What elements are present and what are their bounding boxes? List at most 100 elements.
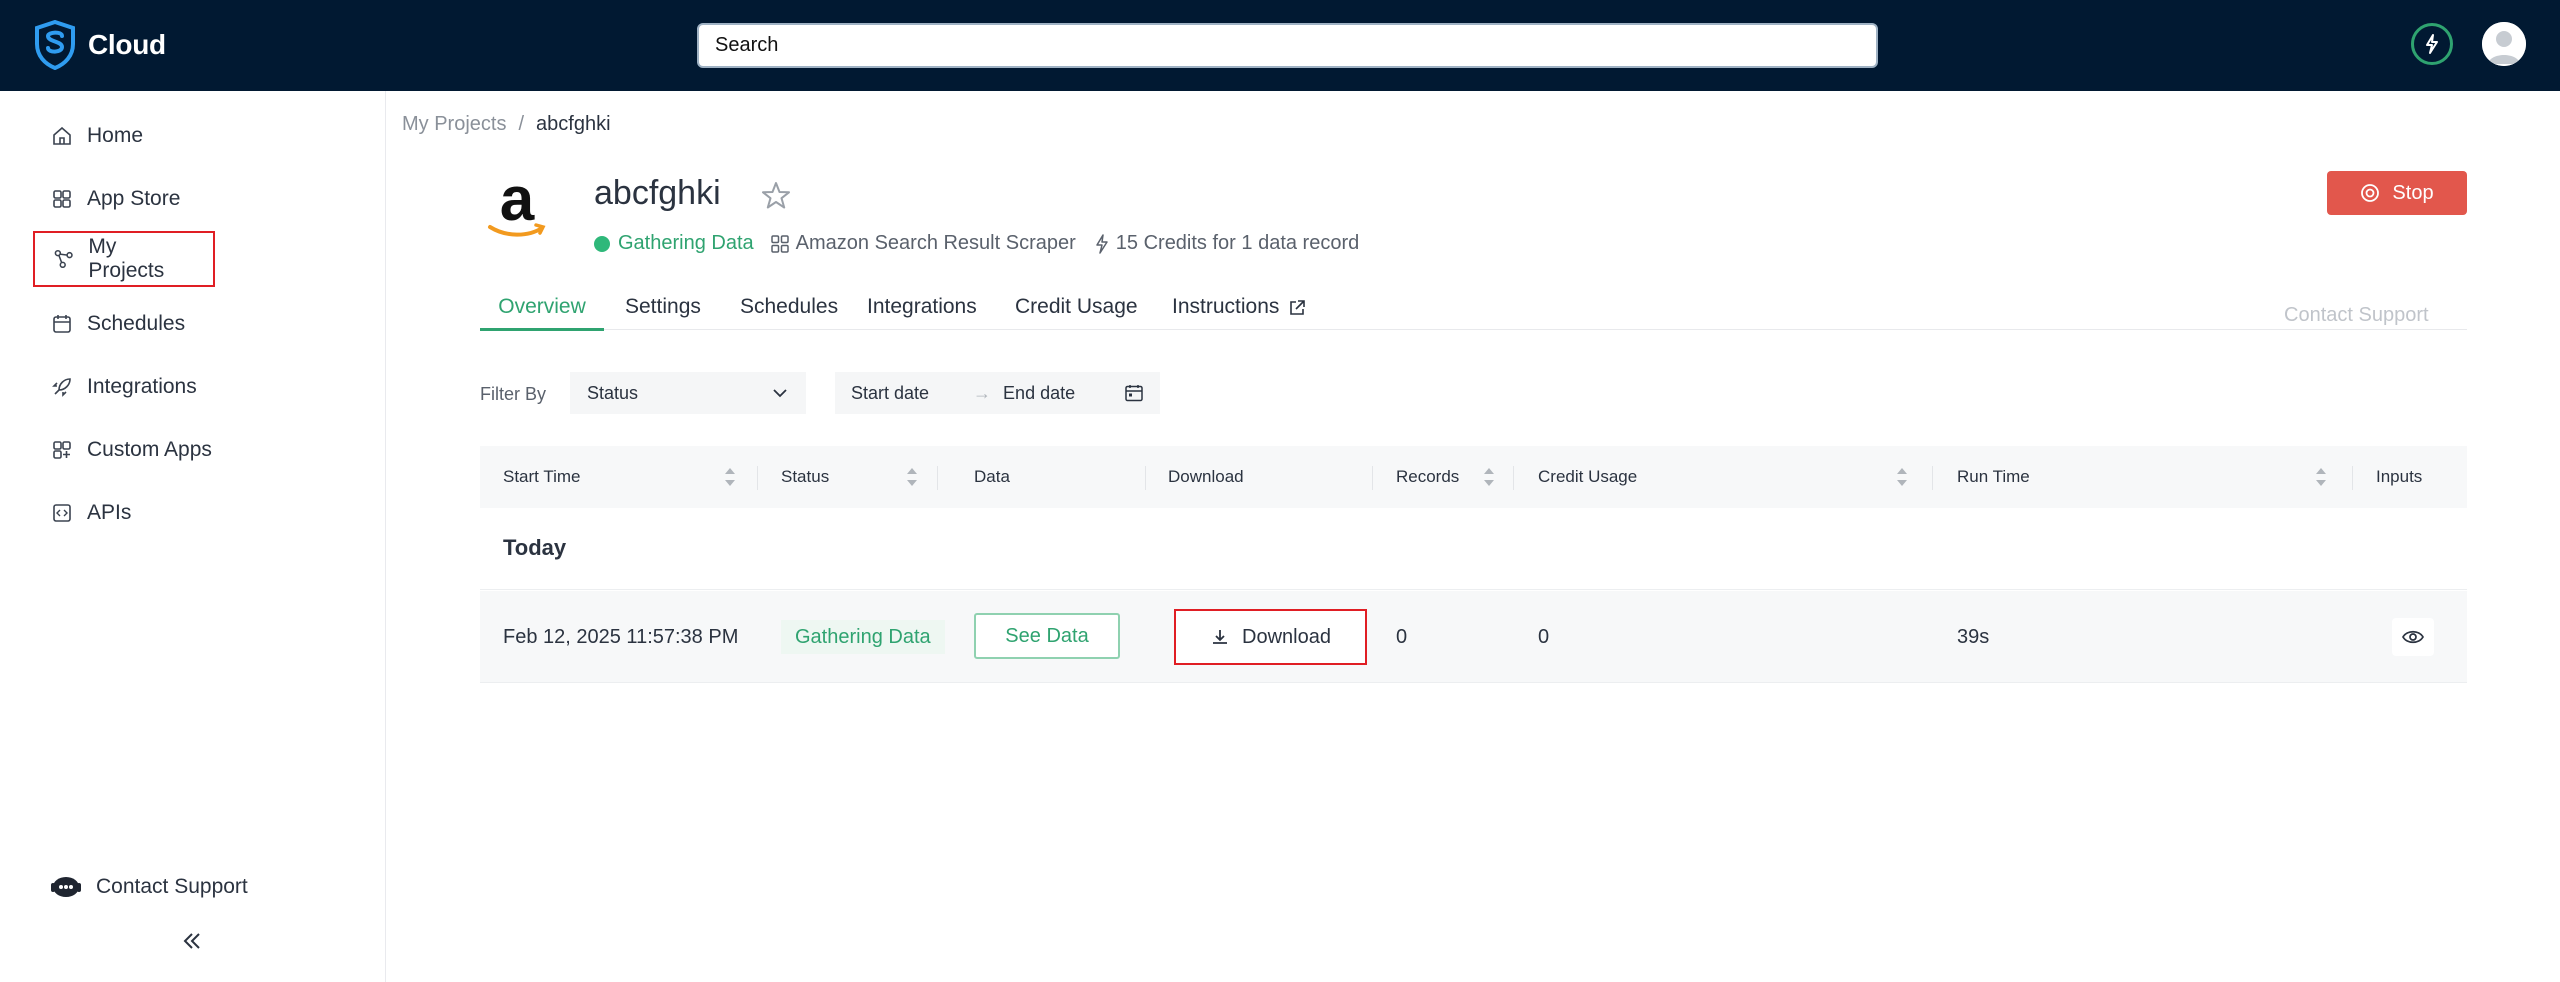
sidebar-item-label: Schedules (87, 312, 186, 335)
sort-icon[interactable] (906, 466, 918, 488)
breadcrumb-parent[interactable]: My Projects (402, 113, 506, 136)
column-records[interactable]: Records (1396, 446, 1459, 508)
sidebar-item-app-store[interactable]: App Store (33, 171, 198, 227)
view-inputs-button[interactable] (2392, 618, 2434, 656)
sidebar-item-my-projects[interactable]: My Projects (33, 231, 215, 287)
star-icon[interactable] (759, 179, 793, 213)
brand[interactable]: Cloud (34, 20, 166, 70)
calendar-icon (53, 315, 71, 333)
bolt-icon (2426, 34, 2438, 54)
tab-overview[interactable]: Overview (480, 295, 604, 331)
column-credit-usage[interactable]: Credit Usage (1538, 446, 1637, 508)
download-label: Download (1242, 625, 1331, 648)
breadcrumb-separator: / (518, 113, 525, 135)
cell-records: 0 (1396, 625, 1408, 648)
sidebar-item-home[interactable]: Home (33, 108, 161, 164)
table-header: Start Time Status Data Download Records … (480, 446, 2467, 508)
contact-support-label: Contact Support (96, 875, 248, 898)
sidebar-item-schedules[interactable]: Schedules (33, 296, 203, 352)
sidebar-item-label: Integrations (87, 375, 197, 398)
table-group-row: Today (480, 509, 2467, 590)
code-icon (53, 504, 71, 522)
sidebar-item-label: My Projects (88, 235, 165, 282)
see-data-button[interactable]: See Data (974, 613, 1120, 659)
breadcrumb: My Projects / abcfghki (402, 113, 611, 136)
grid-icon (770, 234, 789, 253)
download-icon (1213, 630, 1228, 644)
user-avatar[interactable] (2482, 22, 2526, 66)
search-box[interactable] (697, 23, 1878, 68)
date-range-arrow: → (973, 382, 992, 403)
bolt-icon (1096, 233, 1108, 254)
download-button[interactable]: Download (1174, 609, 1367, 665)
status-filter-select[interactable]: Status (570, 372, 806, 414)
status-badge: Gathering Data (781, 620, 945, 654)
sort-icon[interactable] (1483, 466, 1495, 488)
main-content: My Projects / abcfghki a abcfghki Gather… (387, 91, 2560, 982)
column-status[interactable]: Status (781, 446, 829, 508)
apps-icon (53, 441, 71, 459)
sort-icon[interactable] (724, 466, 736, 488)
filter-label: Filter By (480, 384, 547, 404)
sidebar-item-label: Home (87, 124, 144, 147)
user-avatar-icon (2482, 22, 2526, 66)
home-icon (53, 126, 71, 145)
project-tabs: Overview Settings Schedules Integrations… (480, 287, 2467, 331)
date-range-picker[interactable]: Start date → End date (835, 372, 1160, 414)
stop-circle-icon (2361, 184, 2380, 202)
column-start-time[interactable]: Start Time (503, 446, 580, 508)
share-nodes-icon (54, 249, 73, 269)
shield-logo-icon (35, 20, 75, 70)
tab-settings[interactable]: Settings (625, 295, 701, 330)
sidebar-item-apis[interactable]: APIs (33, 485, 149, 541)
column-data: Data (974, 467, 1010, 486)
cell-run-time: 39s (1957, 625, 1990, 648)
stop-button[interactable]: Stop (2327, 171, 2467, 215)
tab-instructions[interactable]: Instructions (1172, 295, 1307, 330)
chevron-down-icon (773, 389, 787, 398)
credits-button[interactable] (2411, 23, 2453, 65)
double-chevron-left-icon (183, 933, 200, 949)
sidebar-item-integrations[interactable]: Integrations (33, 359, 215, 415)
sidebar-item-label: APIs (87, 501, 132, 524)
top-bar: Cloud (0, 0, 2560, 91)
collapse-sidebar-button[interactable] (180, 929, 204, 953)
sidebar-contact-support[interactable]: Contact Support (50, 874, 248, 900)
tab-credit-usage[interactable]: Credit Usage (1015, 295, 1138, 330)
sidebar: Home App Store My Projects Schedules Int… (0, 91, 386, 982)
column-run-time[interactable]: Run Time (1957, 446, 2030, 508)
start-date-input[interactable]: Start date (851, 383, 929, 404)
table-row: Feb 12, 2025 11:57:38 PM Gathering Data … (480, 591, 2467, 683)
cell-credit-usage: 0 (1538, 625, 1550, 648)
sidebar-item-custom-apps[interactable]: Custom Apps (33, 422, 230, 478)
amazon-logo-icon: a (488, 175, 546, 237)
project-meta: Gathering Data Amazon Search Result Scra… (594, 232, 1359, 255)
external-link-icon (1290, 300, 1306, 315)
project-status: Gathering Data (618, 232, 754, 254)
sidebar-item-label: App Store (87, 187, 181, 210)
project-app[interactable]: Amazon Search Result Scraper (796, 232, 1076, 255)
calendar-icon (1125, 385, 1143, 402)
brand-name: Cloud (88, 29, 166, 60)
headset-icon (51, 877, 81, 897)
project-credits: 15 Credits for 1 data record (1115, 232, 1360, 254)
sort-icon[interactable] (1896, 466, 1908, 488)
rocket-icon (52, 378, 71, 397)
breadcrumb-current: abcfghki (536, 113, 611, 135)
tab-integrations[interactable]: Integrations (867, 295, 977, 330)
column-download: Download (1168, 467, 1244, 486)
sort-icon[interactable] (2315, 466, 2327, 488)
end-date-input[interactable]: End date (1003, 383, 1075, 404)
sidebar-item-label: Custom Apps (87, 438, 212, 461)
status-dot (594, 235, 610, 252)
group-label: Today (503, 535, 567, 560)
grid-icon (53, 190, 71, 208)
search-input[interactable] (699, 25, 1876, 66)
eye-icon (2402, 630, 2424, 644)
contact-support-link[interactable]: Contact Support (2284, 304, 2429, 327)
cell-start-time: Feb 12, 2025 11:57:38 PM (503, 625, 739, 648)
column-inputs: Inputs (2376, 467, 2423, 486)
tab-schedules[interactable]: Schedules (740, 295, 838, 330)
stop-label: Stop (2392, 181, 2434, 204)
svg-text:a: a (500, 175, 535, 234)
